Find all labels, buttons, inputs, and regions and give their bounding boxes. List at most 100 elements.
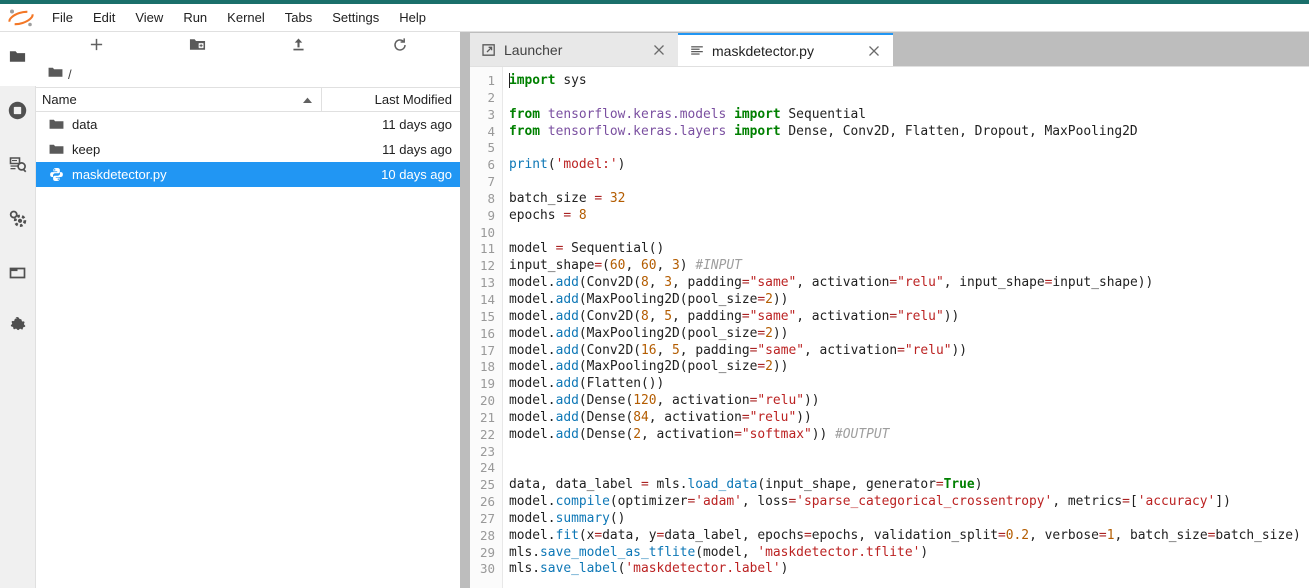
code-token: 2	[765, 291, 773, 307]
code-token: model.	[509, 393, 556, 409]
list-item-name: maskdetector.py	[72, 166, 167, 182]
column-header-name-label: Name	[42, 92, 77, 107]
column-header-last-modified[interactable]: Last Modified	[322, 88, 460, 111]
sidebar-item-commands[interactable]	[0, 194, 36, 248]
close-icon[interactable]	[865, 42, 883, 60]
list-item-selected[interactable]: maskdetector.py 10 days ago	[36, 162, 460, 187]
code-line: model.add(MaxPooling2D(pool_size=2))	[509, 292, 1309, 309]
menu-item-run[interactable]: Run	[173, 7, 217, 29]
code-token: model.	[509, 342, 556, 358]
code-token: save_model_as_tflite	[540, 544, 696, 560]
code-token: model	[509, 241, 556, 257]
code-token: add	[555, 426, 579, 442]
panel-splitter[interactable]	[461, 32, 470, 588]
code-line: model.add(Conv2D(16, 5, padding = "same", …	[509, 343, 1309, 360]
code-token: Dense, Conv2D, Flatten, Dropout, MaxPool…	[780, 123, 1138, 139]
line-number-gutter: 1 2 3 4 5 6 7 8 9 10 11 12 13 14 15 16 17 18 19 20 21 22 23 24 2…	[470, 67, 503, 588]
list-item[interactable]: keep 11 days ago	[36, 137, 460, 162]
line-number: 29	[479, 544, 495, 560]
code-token: 2	[633, 426, 641, 442]
menu-item-kernel[interactable]: Kernel	[217, 7, 275, 29]
code-token: ))	[772, 291, 789, 307]
code-token: from	[509, 123, 541, 139]
sidebar-item-running-sessions[interactable]	[0, 86, 36, 140]
folder-icon	[48, 141, 64, 157]
code-token: 84	[633, 409, 649, 425]
code-line: model.fit(x=data, y=data_label, epochs=e…	[509, 528, 1309, 545]
extension-manager-icon	[7, 316, 28, 342]
code-content[interactable]: import sys from tensorflow.keras.models …	[503, 67, 1309, 588]
line-number: 8	[487, 190, 495, 206]
menu-item-file[interactable]: File	[42, 7, 83, 29]
menu-item-edit[interactable]: Edit	[83, 7, 125, 29]
code-token: sys	[555, 73, 587, 88]
refresh-button[interactable]	[349, 34, 450, 60]
code-line: model.add(Conv2D(8, 3, padding="same", a…	[509, 275, 1309, 292]
new-folder-button[interactable]	[147, 34, 248, 60]
code-line: model = Sequential()	[509, 241, 1309, 258]
code-token: (Dense(	[578, 409, 634, 425]
code-token: "relu"	[897, 275, 944, 291]
code-token: model.	[509, 308, 556, 324]
list-item[interactable]: data 11 days ago	[36, 112, 460, 137]
column-header-name[interactable]: Name	[36, 88, 322, 111]
code-token: ()	[609, 510, 626, 526]
menu-item-help[interactable]: Help	[389, 7, 436, 29]
code-token: "same"	[749, 275, 797, 291]
list-item-name: keep	[72, 141, 101, 157]
code-token: save_label	[540, 561, 618, 577]
code-token: 60	[609, 258, 626, 274]
new-launcher-button[interactable]	[46, 34, 147, 60]
list-item-name: data	[72, 116, 98, 132]
sidebar-item-file-browser[interactable]	[0, 32, 36, 86]
code-line: mls.save_model_as_tflite(model, 'maskdet…	[509, 545, 1309, 562]
code-line: import sys	[509, 73, 1309, 90]
code-token: , metrics	[1052, 494, 1123, 510]
code-line: mls.save_label('maskdetector.label')	[509, 561, 1309, 578]
upload-button[interactable]	[248, 34, 349, 60]
breadcrumb-path: /	[68, 67, 72, 82]
code-token: Sequential	[780, 106, 867, 122]
jupyter-logo[interactable]	[6, 7, 36, 29]
code-token: data, data_label	[509, 477, 641, 493]
code-token: , input_shape	[943, 275, 1045, 291]
code-token: batch_size	[509, 190, 595, 206]
code-token: ))	[803, 393, 820, 409]
code-token: ))	[796, 409, 812, 425]
running-sessions-icon	[7, 100, 28, 126]
code-token: import	[734, 106, 781, 122]
tab-maskdetector-py[interactable]: maskdetector.py	[678, 33, 893, 66]
sidebar-item-extension-manager[interactable]	[0, 302, 36, 356]
code-token: 'model:'	[555, 157, 618, 173]
menu-item-view[interactable]: View	[125, 7, 173, 29]
code-editor[interactable]: 1 2 3 4 5 6 7 8 9 10 11 12 13 14 15 16 17 18 19 20 21 22 23 24 2…	[470, 66, 1309, 588]
close-icon[interactable]	[650, 41, 668, 59]
code-token: =	[594, 527, 603, 543]
sidebar-item-open-tabs[interactable]	[0, 248, 36, 302]
file-list-header: Name Last Modified	[36, 88, 460, 112]
line-number: 9	[487, 207, 495, 223]
line-number: 19	[479, 376, 495, 392]
code-token: ,	[656, 342, 673, 358]
tab-launcher[interactable]: Launcher	[470, 33, 678, 66]
code-token: epochs	[509, 207, 564, 223]
line-number: 22	[479, 426, 495, 442]
line-number: 20	[479, 393, 495, 409]
sidebar-item-table-of-contents[interactable]	[0, 140, 36, 194]
text-caret	[509, 73, 510, 88]
line-number: 16	[479, 325, 495, 341]
code-token: , padding	[679, 342, 750, 358]
code-token: "same"	[757, 342, 804, 358]
code-token: 120	[633, 393, 657, 409]
breadcrumb[interactable]: /	[36, 62, 460, 88]
code-token: ))	[943, 308, 960, 324]
code-token: =	[640, 477, 649, 493]
menu-item-settings[interactable]: Settings	[322, 7, 389, 29]
code-token: =	[757, 291, 766, 307]
code-line: batch_size = 32	[509, 191, 1309, 208]
menu-item-tabs[interactable]: Tabs	[275, 7, 322, 29]
